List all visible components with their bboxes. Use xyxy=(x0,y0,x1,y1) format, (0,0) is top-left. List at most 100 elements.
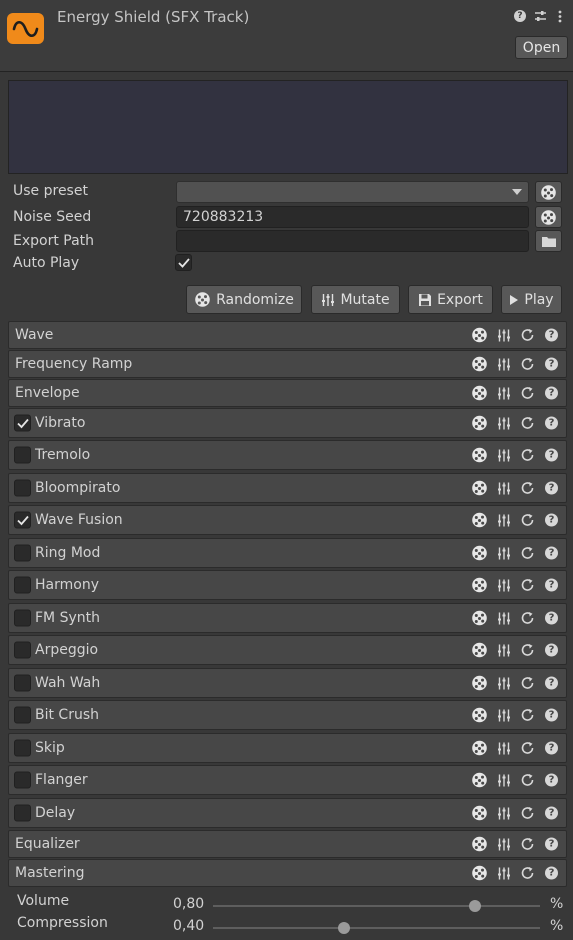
dice-icon[interactable] xyxy=(471,836,488,853)
help-icon[interactable]: ? xyxy=(543,740,560,757)
noise-seed-dice-button[interactable] xyxy=(535,206,562,228)
dice-icon[interactable] xyxy=(471,447,488,464)
sliders-icon[interactable] xyxy=(495,385,512,402)
dice-icon[interactable] xyxy=(471,707,488,724)
reset-icon[interactable] xyxy=(519,805,536,822)
export-button[interactable]: Export xyxy=(408,285,493,314)
randomize-button[interactable]: Randomize xyxy=(186,285,302,314)
open-button[interactable]: Open xyxy=(515,36,568,59)
dice-icon[interactable] xyxy=(471,865,488,882)
help-icon[interactable]: ? xyxy=(543,707,560,724)
sliders-icon[interactable] xyxy=(495,610,512,627)
section-toggle-checkbox[interactable] xyxy=(14,511,31,529)
reset-icon[interactable] xyxy=(519,327,536,344)
section-delay[interactable]: Delay? xyxy=(8,798,567,828)
reset-icon[interactable] xyxy=(519,577,536,594)
section-equalizer[interactable]: Equalizer? xyxy=(8,830,567,858)
dice-icon[interactable] xyxy=(471,805,488,822)
dice-icon[interactable] xyxy=(471,610,488,627)
reset-icon[interactable] xyxy=(519,610,536,627)
help-icon[interactable]: ? xyxy=(543,865,560,882)
noise-seed-input[interactable]: 720883213 xyxy=(176,206,529,228)
help-icon[interactable]: ? xyxy=(513,9,527,23)
section-harmony[interactable]: Harmony? xyxy=(8,570,567,600)
play-button[interactable]: Play xyxy=(501,285,562,314)
section-toggle-checkbox[interactable] xyxy=(14,544,31,562)
section-toggle-checkbox[interactable] xyxy=(14,804,31,822)
section-wave[interactable]: Wave? xyxy=(8,321,567,349)
dice-icon[interactable] xyxy=(471,415,488,432)
section-flanger[interactable]: Flanger? xyxy=(8,765,567,795)
section-toggle-checkbox[interactable] xyxy=(14,739,31,757)
compression-slider[interactable] xyxy=(213,922,540,934)
help-icon[interactable]: ? xyxy=(543,327,560,344)
settings-sliders-icon[interactable] xyxy=(533,9,547,23)
help-icon[interactable]: ? xyxy=(543,642,560,659)
sliders-icon[interactable] xyxy=(495,327,512,344)
reset-icon[interactable] xyxy=(519,480,536,497)
dice-icon[interactable] xyxy=(471,545,488,562)
help-icon[interactable]: ? xyxy=(543,772,560,789)
reset-icon[interactable] xyxy=(519,675,536,692)
dice-icon[interactable] xyxy=(471,356,488,373)
waveform-preview[interactable] xyxy=(8,80,568,174)
dice-icon[interactable] xyxy=(471,327,488,344)
volume-slider[interactable] xyxy=(213,900,540,912)
help-icon[interactable]: ? xyxy=(543,836,560,853)
help-icon[interactable]: ? xyxy=(543,356,560,373)
dice-icon[interactable] xyxy=(471,740,488,757)
section-frequency-ramp[interactable]: Frequency Ramp? xyxy=(8,350,567,378)
help-icon[interactable]: ? xyxy=(543,545,560,562)
dice-icon[interactable] xyxy=(471,480,488,497)
sliders-icon[interactable] xyxy=(495,740,512,757)
section-envelope[interactable]: Envelope? xyxy=(8,379,567,407)
section-tremolo[interactable]: Tremolo? xyxy=(8,440,567,470)
sliders-icon[interactable] xyxy=(495,512,512,529)
dice-icon[interactable] xyxy=(471,577,488,594)
sliders-icon[interactable] xyxy=(495,865,512,882)
section-bloompirato[interactable]: Bloompirato? xyxy=(8,473,567,503)
mutate-button[interactable]: Mutate xyxy=(311,285,400,314)
section-vibrato[interactable]: Vibrato? xyxy=(8,408,567,438)
help-icon[interactable]: ? xyxy=(543,805,560,822)
reset-icon[interactable] xyxy=(519,512,536,529)
sliders-icon[interactable] xyxy=(495,642,512,659)
sliders-icon[interactable] xyxy=(495,707,512,724)
export-path-input[interactable] xyxy=(176,230,529,252)
reset-icon[interactable] xyxy=(519,772,536,789)
reset-icon[interactable] xyxy=(519,545,536,562)
browse-folder-button[interactable] xyxy=(535,230,562,252)
compression-value[interactable]: 0,40 xyxy=(173,918,204,934)
reset-icon[interactable] xyxy=(519,836,536,853)
reset-icon[interactable] xyxy=(519,707,536,724)
help-icon[interactable]: ? xyxy=(543,447,560,464)
help-icon[interactable]: ? xyxy=(543,385,560,402)
dice-icon[interactable] xyxy=(471,772,488,789)
section-toggle-checkbox[interactable] xyxy=(14,414,31,432)
preset-dice-button[interactable] xyxy=(535,181,562,203)
sliders-icon[interactable] xyxy=(495,480,512,497)
sliders-icon[interactable] xyxy=(495,415,512,432)
section-skip[interactable]: Skip? xyxy=(8,733,567,763)
section-toggle-checkbox[interactable] xyxy=(14,771,31,789)
section-toggle-checkbox[interactable] xyxy=(14,674,31,692)
section-wave-fusion[interactable]: Wave Fusion? xyxy=(8,505,567,535)
section-bit-crush[interactable]: Bit Crush? xyxy=(8,700,567,730)
help-icon[interactable]: ? xyxy=(543,512,560,529)
section-wah-wah[interactable]: Wah Wah? xyxy=(8,668,567,698)
help-icon[interactable]: ? xyxy=(543,480,560,497)
dice-icon[interactable] xyxy=(471,675,488,692)
reset-icon[interactable] xyxy=(519,865,536,882)
section-toggle-checkbox[interactable] xyxy=(14,641,31,659)
sliders-icon[interactable] xyxy=(495,545,512,562)
dice-icon[interactable] xyxy=(471,642,488,659)
sliders-icon[interactable] xyxy=(495,356,512,373)
section-mastering[interactable]: Mastering? xyxy=(8,859,567,887)
help-icon[interactable]: ? xyxy=(543,415,560,432)
volume-value[interactable]: 0,80 xyxy=(173,896,204,912)
section-toggle-checkbox[interactable] xyxy=(14,479,31,497)
section-ring-mod[interactable]: Ring Mod? xyxy=(8,538,567,568)
section-toggle-checkbox[interactable] xyxy=(14,576,31,594)
dice-icon[interactable] xyxy=(471,512,488,529)
reset-icon[interactable] xyxy=(519,642,536,659)
